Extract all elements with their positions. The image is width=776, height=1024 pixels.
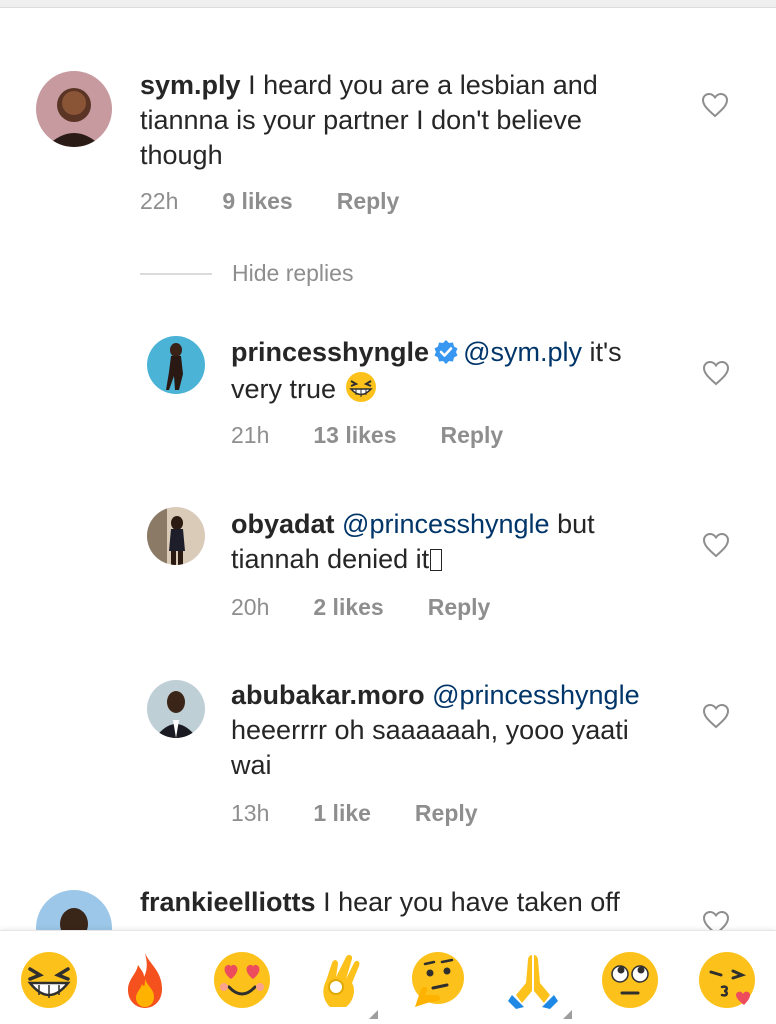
comment-time: 22h xyxy=(140,188,179,214)
comment-time: 13h xyxy=(231,800,270,826)
username-link[interactable]: obyadat xyxy=(231,509,335,539)
comment-time: 21h xyxy=(231,422,270,448)
avatar-obyadat[interactable] xyxy=(147,507,205,565)
likes-count[interactable]: 2 likes xyxy=(313,594,383,621)
comment-body: wai xyxy=(231,750,272,780)
comment-body: tiannah denied it xyxy=(231,544,430,574)
comment-meta: 21h 13 likes Reply xyxy=(231,422,503,449)
top-divider xyxy=(0,0,776,8)
hide-replies-label: Hide replies xyxy=(232,260,354,286)
emoji-quick-bar xyxy=(0,930,776,1024)
avatar-sym-ply[interactable] xyxy=(36,71,112,147)
reply-button[interactable]: Reply xyxy=(428,594,491,621)
like-heart-icon[interactable] xyxy=(701,92,729,118)
thinking-face-icon[interactable] xyxy=(405,949,467,1011)
comment-meta: 13h 1 like Reply xyxy=(231,800,478,827)
mention-link[interactable]: @sym.ply xyxy=(463,337,582,367)
username-link[interactable]: princesshyngle xyxy=(231,337,429,367)
like-heart-icon[interactable] xyxy=(702,703,730,729)
likes-count[interactable]: 13 likes xyxy=(313,422,396,449)
fire-icon[interactable] xyxy=(114,949,176,1011)
likes-count[interactable]: 9 likes xyxy=(222,188,292,215)
like-heart-icon[interactable] xyxy=(702,360,730,386)
more-variants-indicator xyxy=(563,1010,572,1019)
divider xyxy=(140,272,212,275)
reply-button[interactable]: Reply xyxy=(441,422,504,449)
comment-time: 20h xyxy=(231,594,270,620)
hide-replies-toggle[interactable]: Hide replies xyxy=(140,260,353,287)
comment-text: sym.ply I heard you are a lesbian and ti… xyxy=(140,68,700,173)
comment-body: it's xyxy=(582,337,622,367)
comment-body: I hear you have taken off xyxy=(315,887,620,917)
username-link[interactable]: frankieelliotts xyxy=(140,887,316,917)
reply-button[interactable]: Reply xyxy=(337,188,400,215)
verified-badge-icon xyxy=(434,340,458,364)
face-blowing-kiss-icon[interactable] xyxy=(696,949,758,1011)
mention-link[interactable]: @princesshyngle xyxy=(432,680,640,710)
reply-button[interactable]: Reply xyxy=(415,800,478,827)
folded-hands-icon[interactable] xyxy=(502,949,572,1019)
comment-body: tiannna is your partner I don't believe xyxy=(140,105,582,135)
avatar-princesshyngle[interactable] xyxy=(147,336,205,394)
grinning-squinting-face-icon xyxy=(345,372,376,402)
likes-count[interactable]: 1 like xyxy=(313,800,371,827)
comment-text: frankieelliotts I hear you have taken of… xyxy=(140,885,700,920)
like-heart-icon[interactable] xyxy=(702,532,730,558)
comment-meta: 22h 9 likes Reply xyxy=(140,188,399,215)
username-link[interactable]: abubakar.moro xyxy=(231,680,425,710)
heart-eyes-face-icon[interactable] xyxy=(211,949,273,1011)
comment-body: though xyxy=(140,140,223,170)
comment-text: abubakar.moro @princesshyngle heeerrrr o… xyxy=(231,678,701,783)
comment-body: very true xyxy=(231,374,337,404)
ok-hand-icon[interactable] xyxy=(308,949,378,1019)
missing-glyph-icon xyxy=(430,549,443,571)
comment-body: but xyxy=(549,509,595,539)
comment-meta: 20h 2 likes Reply xyxy=(231,594,490,621)
comment-text: princesshyngle @sym.ply it's very true xyxy=(231,335,701,407)
username-link[interactable]: sym.ply xyxy=(140,70,241,100)
mention-link[interactable]: @princesshyngle xyxy=(342,509,550,539)
comment-body: I heard you are a lesbian and xyxy=(240,70,598,100)
comment-body: heeerrrr oh saaaaaah, yooo yaati xyxy=(231,715,629,745)
rolling-eyes-face-icon[interactable] xyxy=(599,949,661,1011)
grinning-squinting-face-icon[interactable] xyxy=(18,949,80,1011)
more-variants-indicator xyxy=(369,1010,378,1019)
avatar-abubakar-moro[interactable] xyxy=(147,680,205,738)
comment-text: obyadat @princesshyngle but tiannah deni… xyxy=(231,507,701,577)
